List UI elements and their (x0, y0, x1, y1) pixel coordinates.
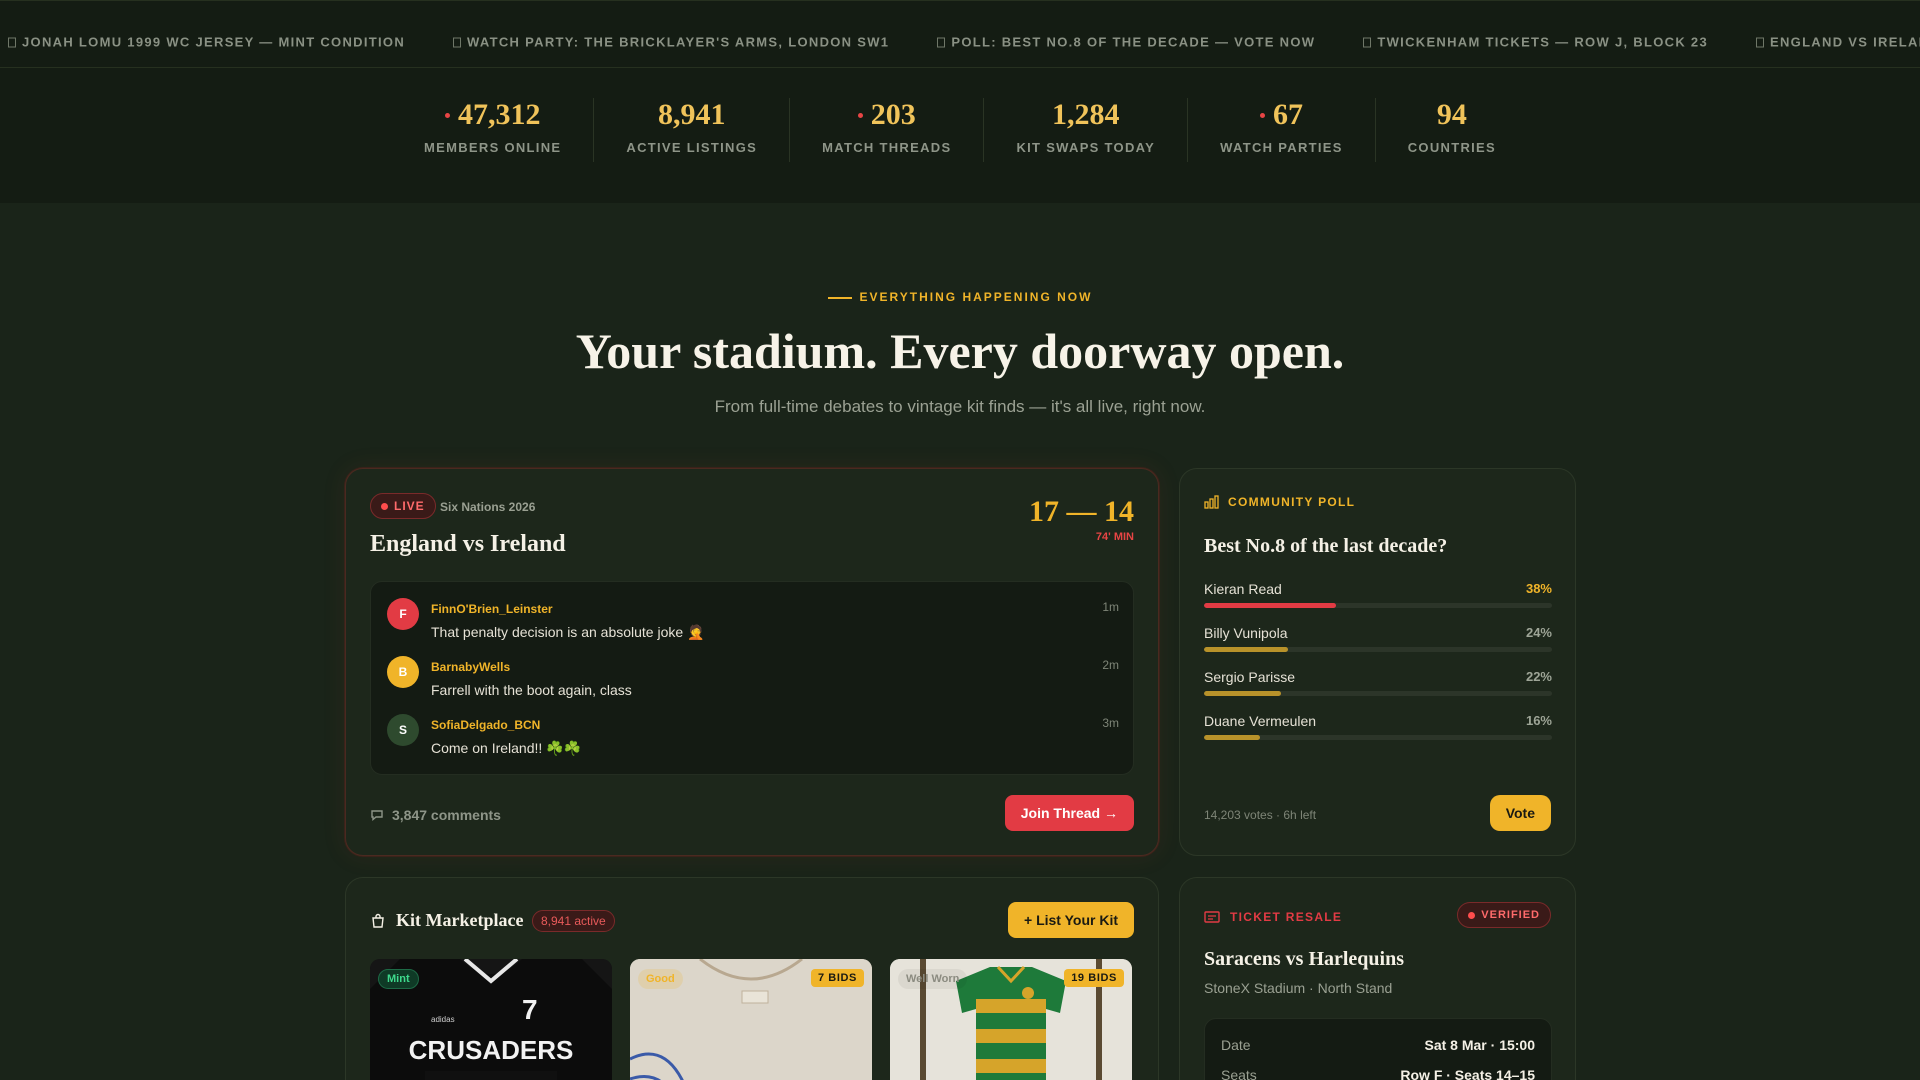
avatar[interactable]: F (387, 598, 419, 630)
bar-chart-icon (1204, 495, 1219, 509)
chat-username[interactable]: FinnO'Brien_Leinster (431, 602, 553, 616)
chat-feed: F FinnO'Brien_Leinster That penalty deci… (370, 581, 1134, 775)
ticker-icon (453, 37, 462, 47)
ticker-item[interactable]: JONAH LOMU 1999 WC JERSEY — MINT CONDITI… (8, 35, 405, 50)
poll-bar-track (1204, 691, 1552, 696)
poll-bar-fill (1204, 603, 1337, 608)
ticker-icon (937, 37, 946, 47)
ticker-icon (1363, 37, 1372, 47)
chat-message: B BarnabyWells Farrell with the boot aga… (387, 656, 1119, 706)
hero-eyebrow: EVERYTHING HAPPENING NOW (0, 290, 1920, 304)
join-thread-button[interactable]: Join Thread → (1004, 795, 1134, 831)
eyebrow-line (827, 296, 852, 299)
community-poll-card: COMMUNITY POLL Best No.8 of the last dec… (1179, 468, 1576, 856)
ticker-item[interactable]: WATCH PARTY: THE BRICKLAYER'S ARMS, LOND… (453, 35, 889, 50)
ticket-heading: TICKET RESALE (1204, 910, 1342, 924)
poll-heading: COMMUNITY POLL (1204, 495, 1355, 509)
kit-marketplace-card: Kit Marketplace 8,941 active + List Your… (345, 877, 1159, 1080)
avatar[interactable]: B (387, 656, 419, 688)
list-your-kit-button[interactable]: + List Your Kit (1008, 902, 1134, 938)
comments-count[interactable]: 3,847 comments (370, 807, 501, 823)
ticker-track: JONAH LOMU 1999 WC JERSEY — MINT CONDITI… (8, 35, 1920, 57)
poll-bar-fill (1204, 735, 1260, 740)
live-match-card[interactable]: LIVE Six Nations 2026 England vs Ireland… (345, 468, 1159, 856)
ticker-item[interactable]: POLL: BEST NO.8 OF THE DECADE — VOTE NOW (937, 35, 1315, 50)
ticket-venue: StoneX Stadium · North Stand (1204, 980, 1393, 996)
kit-listing[interactable]: Mint 7 adidas CRUSADERS (370, 959, 612, 1080)
poll-meta: 14,203 votes · 6h left (1204, 808, 1317, 822)
competition-label: Six Nations 2026 (440, 500, 536, 514)
chat-username[interactable]: SofiaDelgado_BCN (431, 718, 540, 732)
chat-time: 1m (1102, 600, 1119, 614)
live-dot (857, 112, 863, 118)
poll-bar-track (1204, 603, 1552, 608)
bids-badge: 7 BIDS (810, 969, 864, 987)
ticket-icon (1204, 911, 1220, 923)
comment-icon (371, 810, 383, 821)
condition-badge: Mint (378, 969, 419, 989)
bids-badge: 19 BIDS (1064, 969, 1124, 987)
stat-countries: 94 COUNTRIES (1407, 98, 1496, 155)
stat-kit-swaps: 1,284 KIT SWAPS TODAY (984, 98, 1189, 162)
stats-bar: 47,312 MEMBERS ONLINE 8,941 ACTIVE LISTI… (0, 68, 1920, 203)
chat-text: Farrell with the boot again, class (431, 682, 632, 698)
match-score: 17 — 14 (1029, 495, 1134, 528)
status-dot (1468, 911, 1476, 919)
stat-active-listings: 8,941 ACTIVE LISTINGS (594, 98, 791, 162)
kit-listing[interactable]: Well Worn 19 BIDS (890, 959, 1132, 1080)
chat-text: Come on Ireland!! ☘️☘️ (431, 740, 582, 756)
ticket-detail-row: Date Sat 8 Mar · 15:00 (1221, 1037, 1535, 1053)
verified-badge: VERIFIED (1457, 902, 1551, 928)
marketplace-title: Kit Marketplace (370, 910, 523, 931)
kit-number: 7 (522, 994, 538, 1025)
chat-message: S SofiaDelgado_BCN Come on Ireland!! ☘️☘… (387, 714, 1119, 764)
chat-time: 3m (1102, 716, 1119, 730)
condition-badge: Well Worn (898, 969, 968, 989)
news-ticker: JONAH LOMU 1999 WC JERSEY — MINT CONDITI… (0, 0, 1920, 68)
ticket-match-title: Saracens vs Harlequins (1204, 948, 1405, 970)
poll-option[interactable]: Sergio Parisse 22% (1204, 669, 1552, 703)
hero-title: Your stadium. Every doorway open. (575, 323, 1345, 379)
ticket-resale-card[interactable]: TICKET RESALE VERIFIED Saracens vs Harle… (1179, 877, 1576, 1080)
chat-username[interactable]: BarnabyWells (431, 660, 510, 674)
live-dot (381, 502, 388, 510)
stats-row: 47,312 MEMBERS ONLINE 8,941 ACTIVE LISTI… (0, 98, 1920, 162)
shopping-bag-icon (372, 913, 384, 928)
hero-subtitle: From full-time debates to vintage kit fi… (714, 397, 1206, 416)
poll-option[interactable]: Billy Vunipola 24% (1204, 625, 1552, 659)
chat-message: F FinnO'Brien_Leinster That penalty deci… (387, 598, 1119, 648)
stat-match-threads: 203 MATCH THREADS (790, 98, 985, 162)
condition-badge: Good (638, 969, 683, 989)
stat-watch-parties: 67 WATCH PARTIES (1188, 98, 1376, 162)
poll-option[interactable]: Kieran Read 38% (1204, 581, 1552, 615)
vote-button[interactable]: Vote (1489, 795, 1551, 831)
stat-members-online: 47,312 MEMBERS ONLINE (392, 98, 595, 162)
poll-bar-fill (1204, 647, 1288, 652)
ticker-icon (1756, 37, 1764, 47)
avatar[interactable]: S (387, 714, 419, 746)
poll-question: Best No.8 of the last decade? (1204, 535, 1448, 557)
live-badge: LIVE (370, 493, 436, 519)
ticker-item[interactable]: TWICKENHAM TICKETS — ROW J, BLOCK 23 (1363, 35, 1708, 50)
poll-bar-track (1204, 647, 1552, 652)
chat-text: That penalty decision is an absolute jok… (431, 624, 705, 640)
match-title: England vs Ireland (370, 531, 566, 557)
ticker-icon (8, 37, 16, 47)
live-dot (1259, 112, 1265, 118)
chat-time: 2m (1102, 658, 1119, 672)
match-minute: 74' MIN (1095, 531, 1134, 543)
poll-option[interactable]: Duane Vermeulen 16% (1204, 713, 1552, 747)
poll-bar-track (1204, 735, 1552, 740)
kit-listing[interactable]: Good 7 BIDS (630, 959, 872, 1080)
ticket-details: Date Sat 8 Mar · 15:00 Seats Row F · Sea… (1204, 1018, 1552, 1080)
active-listings-badge: 8,941 active (532, 910, 615, 932)
kit-crest-text: CRUSADERS (409, 1035, 574, 1065)
poll-bar-fill (1204, 691, 1281, 696)
kit-sponsor: adidas (431, 1015, 455, 1024)
ticker-item[interactable]: ENGLAND VS IRELAND — MATCH THR (1756, 35, 1920, 50)
ticket-detail-row: Seats Row F · Seats 14–15 (1221, 1067, 1535, 1080)
live-dot (444, 112, 450, 118)
